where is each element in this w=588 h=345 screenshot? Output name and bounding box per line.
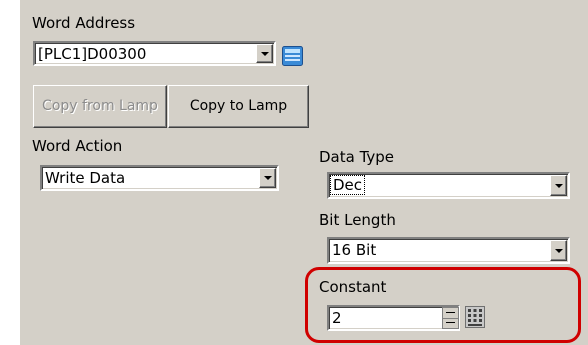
constant-highlight-outline xyxy=(305,267,581,343)
device-keypad-icon[interactable] xyxy=(282,46,303,66)
word-action-combobox[interactable]: Write Data xyxy=(40,165,279,191)
word-action-label: Word Action xyxy=(32,137,123,155)
bit-length-combobox[interactable]: 16 Bit xyxy=(327,237,570,264)
word-action-value: Write Data xyxy=(45,169,126,187)
word-address-value: [PLC1]D00300 xyxy=(38,45,147,63)
word-address-combobox[interactable]: [PLC1]D00300 xyxy=(33,41,276,66)
copy-to-lamp-button[interactable]: Copy to Lamp xyxy=(168,85,309,128)
bit-length-label: Bit Length xyxy=(319,211,396,229)
word-address-label: Word Address xyxy=(32,14,136,32)
data-type-label: Data Type xyxy=(319,148,395,166)
data-type-combobox[interactable]: Dec xyxy=(327,172,570,199)
chevron-down-icon[interactable] xyxy=(550,240,567,261)
copy-from-lamp-button[interactable]: Copy from Lamp xyxy=(33,85,167,128)
chevron-down-icon[interactable] xyxy=(550,175,567,196)
chevron-down-icon[interactable] xyxy=(256,44,273,63)
chevron-down-icon[interactable] xyxy=(259,168,276,188)
bit-length-value: 16 Bit xyxy=(332,241,377,259)
data-type-value: Dec xyxy=(329,175,366,195)
